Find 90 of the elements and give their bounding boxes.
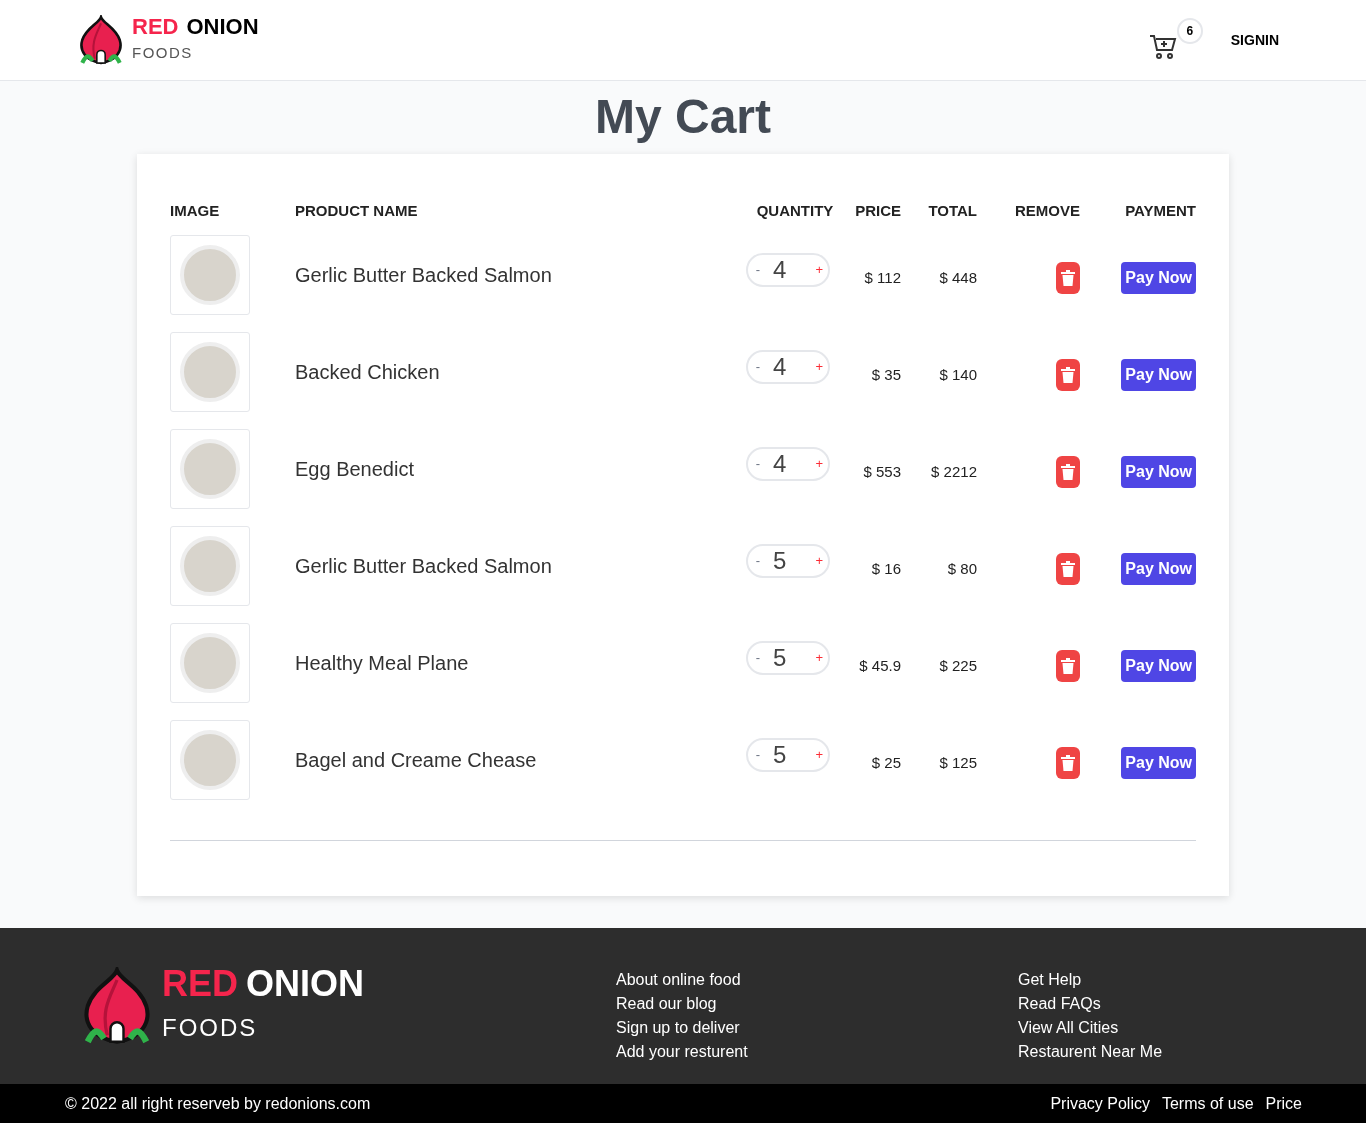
footer-link[interactable]: Sign up to deliver <box>616 1016 1018 1040</box>
pay-now-button[interactable]: Pay Now <box>1121 553 1196 585</box>
quantity-value: 4 <box>773 352 787 382</box>
quantity-value: 5 <box>773 643 787 673</box>
footer-link[interactable]: Price <box>1265 1092 1302 1116</box>
increase-button[interactable]: + <box>815 260 823 280</box>
pay-now-button[interactable]: Pay Now <box>1121 747 1196 779</box>
increase-button[interactable]: + <box>815 648 823 668</box>
column-header: PAYMENT <box>1124 201 1196 221</box>
pay-now-button[interactable]: Pay Now <box>1121 262 1196 294</box>
price-value: $ 25 <box>870 752 901 773</box>
footer-link[interactable]: Read our blog <box>616 992 1018 1016</box>
page-title: My Cart <box>593 89 772 145</box>
signin-link[interactable]: SIGNIN <box>1230 29 1279 51</box>
quantity-value: 4 <box>773 255 787 285</box>
product-name: Gerlic Butter Backed Salmon <box>295 554 553 579</box>
brand-name: ONION <box>246 966 365 1002</box>
footer-link[interactable]: Restaurent Near Me <box>1018 1040 1163 1064</box>
product-name: Bagel and Creame Chease <box>295 748 538 773</box>
column-header: IMAGE <box>170 201 221 221</box>
total-value: $ 140 <box>938 364 977 385</box>
price-value: $ 35 <box>870 364 901 385</box>
product-name: Healthy Meal Plane <box>295 651 470 676</box>
cart-count-badge: 6 <box>1176 18 1203 44</box>
decrease-button[interactable]: - <box>753 551 763 571</box>
footer-link[interactable]: Get Help <box>1018 968 1163 992</box>
total-value: $ 225 <box>938 655 977 676</box>
column-header: REMOVE <box>1014 201 1080 221</box>
plate-photo-placeholder <box>180 245 240 305</box>
column-header: QUANTITY <box>755 201 835 221</box>
delete-button[interactable] <box>1056 650 1080 682</box>
delete-button[interactable] <box>1056 359 1080 391</box>
delete-button[interactable] <box>1056 747 1080 779</box>
decrease-button[interactable]: - <box>753 454 763 474</box>
footer-link[interactable]: View All Cities <box>1018 1016 1163 1040</box>
total-value: $ 448 <box>938 267 977 288</box>
increase-button[interactable]: + <box>815 454 823 474</box>
price-value: $ 45.9 <box>858 655 901 676</box>
total-value: $ 80 <box>946 558 977 579</box>
quantity-stepper[interactable]: - 4 + <box>746 253 830 287</box>
brand-name: RED <box>132 15 179 38</box>
pay-now-button[interactable]: Pay Now <box>1121 359 1196 391</box>
delete-button[interactable] <box>1056 553 1080 585</box>
price-value: $ 112 <box>863 267 901 288</box>
brand-name: RED <box>162 966 238 1002</box>
delete-button[interactable] <box>1056 262 1080 294</box>
footer-link[interactable]: Read FAQs <box>1018 992 1163 1016</box>
product-name: Egg Benedict <box>295 457 415 482</box>
brand-name: ONION <box>186 15 259 38</box>
column-header: PRICE <box>854 201 901 221</box>
pay-now-button[interactable]: Pay Now <box>1121 456 1196 488</box>
quantity-stepper[interactable]: - 5 + <box>746 738 830 772</box>
trash-icon <box>1061 464 1075 480</box>
quantity-stepper[interactable]: - 4 + <box>746 447 830 481</box>
copyright-text: © 2022 all right reserveb by redonions.com <box>65 1094 371 1114</box>
total-value: $ 125 <box>938 752 977 773</box>
trash-icon <box>1061 270 1075 286</box>
trash-icon <box>1061 658 1075 674</box>
quantity-value: 5 <box>773 740 787 770</box>
quantity-stepper[interactable]: - 5 + <box>746 544 830 578</box>
quantity-stepper[interactable]: - 5 + <box>746 641 830 675</box>
price-value: $ 553 <box>862 461 901 482</box>
decrease-button[interactable]: - <box>753 357 763 377</box>
brand-tagline: FOODS <box>162 1013 259 1043</box>
increase-button[interactable]: + <box>815 745 823 765</box>
decrease-button[interactable]: - <box>753 260 763 280</box>
decrease-button[interactable]: - <box>753 745 763 765</box>
price-value: $ 16 <box>870 558 901 579</box>
decrease-button[interactable]: - <box>753 648 763 668</box>
brand-tagline: FOODS <box>132 42 194 63</box>
increase-button[interactable]: + <box>815 357 823 377</box>
delete-button[interactable] <box>1056 456 1080 488</box>
trash-icon <box>1061 367 1075 383</box>
increase-button[interactable]: + <box>815 551 823 571</box>
quantity-value: 4 <box>773 449 787 479</box>
footer-link[interactable]: About online food <box>616 968 1018 992</box>
product-name: Gerlic Butter Backed Salmon <box>295 263 553 288</box>
pay-now-button[interactable]: Pay Now <box>1121 650 1196 682</box>
footer-link[interactable]: Privacy Policy <box>1050 1092 1150 1116</box>
trash-icon <box>1061 755 1075 771</box>
column-header: PRODUCT NAME <box>295 201 419 221</box>
column-header: TOTAL <box>927 201 977 221</box>
quantity-stepper[interactable]: - 4 + <box>746 350 830 384</box>
total-value: $ 2212 <box>930 461 977 482</box>
cart-icon[interactable] <box>1148 34 1177 60</box>
quantity-value: 5 <box>773 546 787 576</box>
footer-link[interactable]: Add your resturent <box>616 1040 1018 1064</box>
trash-icon <box>1061 561 1075 577</box>
footer-link[interactable]: Terms of use <box>1161 1092 1254 1116</box>
product-name: Backed Chicken <box>295 360 441 385</box>
